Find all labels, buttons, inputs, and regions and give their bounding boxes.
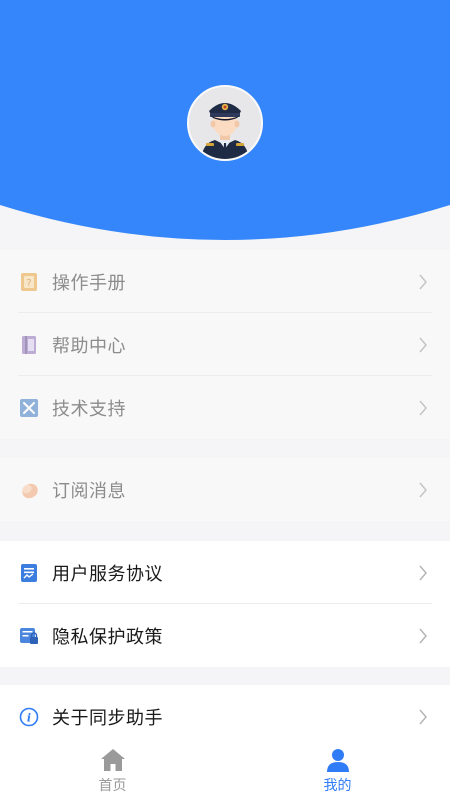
avatar[interactable] bbox=[187, 85, 263, 161]
profile-header bbox=[0, 0, 450, 250]
chevron-right-icon bbox=[419, 400, 427, 415]
menu-item-tech-support[interactable]: 技术支持 bbox=[0, 376, 450, 439]
subscribe-message-icon bbox=[18, 479, 40, 501]
menu-item-subscribe-messages[interactable]: 订阅消息 bbox=[0, 458, 450, 521]
menu-item-about[interactable]: i 关于同步助手 bbox=[0, 685, 450, 748]
menu-item-operation-manual[interactable]: ? 操作手册 bbox=[0, 250, 450, 313]
menu-item-label: 关于同步助手 bbox=[52, 707, 163, 729]
menu-item-label: 技术支持 bbox=[52, 398, 126, 420]
menu-item-label: 操作手册 bbox=[52, 272, 126, 294]
menu-group-policies: 用户服务协议 隐私保护政策 bbox=[0, 541, 450, 667]
police-officer-avatar-icon bbox=[201, 103, 249, 159]
menu-item-label: 订阅消息 bbox=[52, 480, 126, 502]
svg-text:?: ? bbox=[26, 278, 31, 289]
tab-mine[interactable]: 我的 bbox=[225, 740, 450, 800]
chevron-right-icon bbox=[419, 337, 427, 352]
tab-label: 我的 bbox=[323, 778, 352, 794]
home-icon bbox=[100, 749, 125, 771]
tab-label: 首页 bbox=[98, 778, 127, 794]
person-icon bbox=[326, 749, 349, 772]
chevron-right-icon bbox=[419, 709, 427, 724]
menu-item-help-center[interactable]: 帮助中心 bbox=[0, 313, 450, 376]
agreement-document-icon bbox=[18, 562, 40, 584]
menu-group-about: i 关于同步助手 bbox=[0, 685, 450, 748]
menu-item-user-agreement[interactable]: 用户服务协议 bbox=[0, 541, 450, 604]
privacy-lock-icon bbox=[18, 625, 40, 647]
menu-item-label: 帮助中心 bbox=[52, 335, 126, 357]
menu-item-label: 隐私保护政策 bbox=[52, 626, 163, 648]
menu-group-guides: ? 操作手册 帮助中心 技术支持 bbox=[0, 250, 450, 439]
chevron-right-icon bbox=[419, 482, 427, 497]
menu-item-privacy-policy[interactable]: 隐私保护政策 bbox=[0, 604, 450, 667]
svg-text:i: i bbox=[27, 711, 31, 724]
tab-home[interactable]: 首页 bbox=[0, 740, 225, 800]
menu-group-subscription: 订阅消息 bbox=[0, 458, 450, 521]
help-book-icon bbox=[18, 334, 40, 356]
tools-icon bbox=[18, 397, 40, 419]
chevron-right-icon bbox=[419, 628, 427, 643]
menu-item-label: 用户服务协议 bbox=[52, 563, 163, 585]
chevron-right-icon bbox=[419, 565, 427, 580]
chevron-right-icon bbox=[419, 274, 427, 289]
manual-book-icon: ? bbox=[18, 271, 40, 293]
bottom-tab-bar: 首页 我的 bbox=[0, 740, 450, 800]
info-icon: i bbox=[18, 706, 40, 728]
